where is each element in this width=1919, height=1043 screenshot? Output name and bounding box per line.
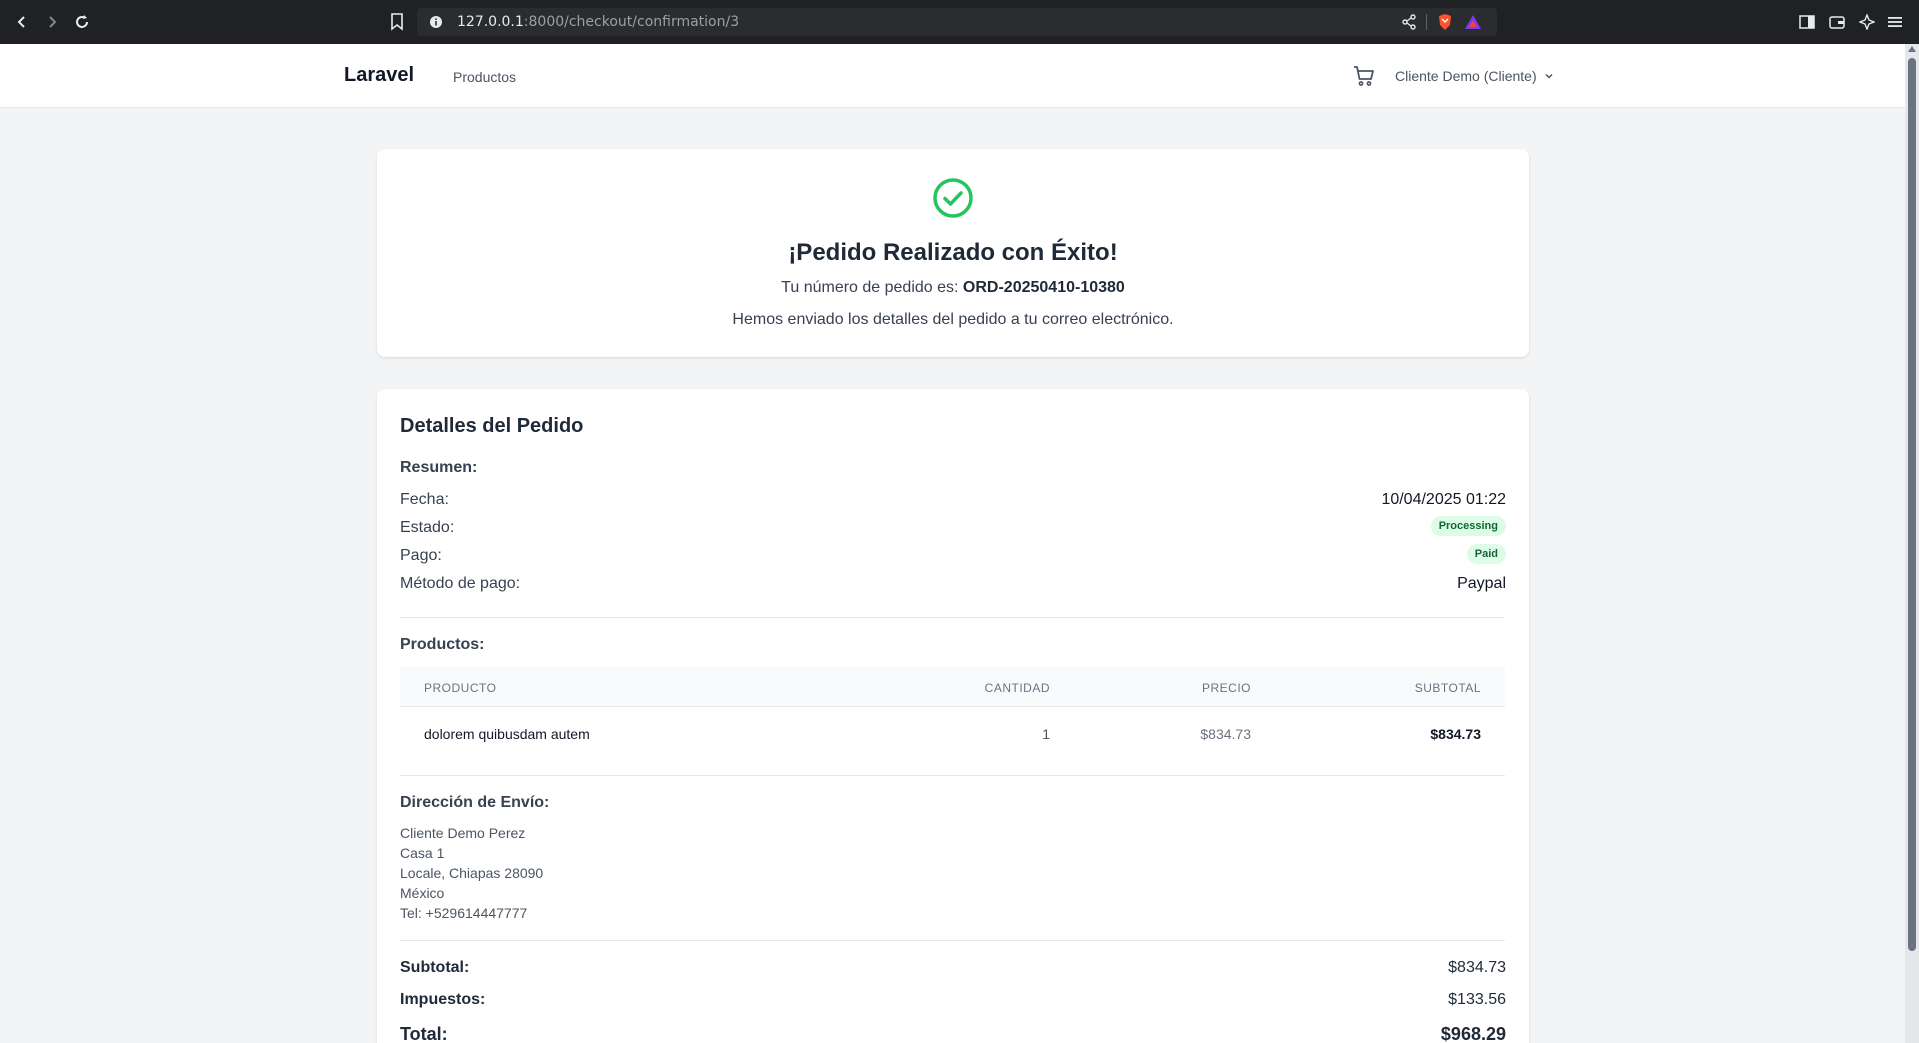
check-circle-icon [932,177,974,219]
th-subtotal: SUBTOTAL [1414,681,1481,695]
divider [400,940,1505,941]
products-table-header: PRODUCTO CANTIDAD PRECIO SUBTOTAL [400,667,1505,707]
divider [400,775,1505,776]
email-note: Hemos enviado los detalles del pedido a … [732,311,1174,328]
th-quantity: CANTIDAD [984,681,1050,695]
address-bar[interactable]: 127.0.0.1:8000/checkout/confirmation/3 [417,8,1497,36]
toolbar-divider [1426,14,1427,30]
divider [400,617,1505,618]
total-value: $968.29 [1440,1024,1506,1043]
browser-toolbar: 127.0.0.1:8000/checkout/confirmation/3 [0,0,1919,44]
tax-label: Impuestos: [400,991,486,1008]
order-number: ORD-20250410-10380 [962,279,1125,296]
payment-badge: Paid [1466,544,1506,564]
order-number-line: Tu número de pedido es: ORD-20250410-103… [377,279,1529,297]
shipping-label: Dirección de Envío: [400,794,550,811]
user-menu-label: Cliente Demo (Cliente) [1395,68,1537,84]
sidebar-icon[interactable] [1798,14,1816,30]
cart-icon[interactable] [1352,64,1376,88]
table-row: dolorem quibusdam autem 1 $834.73 $834.7… [400,707,1505,763]
scrollbar-thumb[interactable] [1908,58,1916,951]
menu-icon[interactable] [1886,14,1904,30]
row-quantity: 1 [1042,726,1050,742]
page-scrollbar[interactable] [1905,44,1919,1043]
url-host: 127.0.0.1 [457,14,524,30]
brand-logo[interactable]: Laravel [344,64,414,87]
row-product: dolorem quibusdam autem [424,726,590,742]
th-product: PRODUCTO [424,681,497,695]
address-line-city: Locale, Chiapas 28090 [400,865,544,881]
row-subtotal: $834.73 [1430,726,1481,742]
payment-method-label: Método de pago: [400,575,521,592]
back-icon[interactable] [10,10,34,34]
tax-value: $133.56 [1448,991,1506,1008]
order-number-prefix: Tu número de pedido es: [781,279,959,296]
subtotal-value: $834.73 [1448,959,1506,976]
brave-shield-icon[interactable] [1436,13,1454,31]
summary-label: Resumen: [400,459,478,476]
th-price: PRECIO [1201,681,1251,695]
payment-method-value: Paypal [1457,575,1506,592]
row-price: $834.73 [1200,726,1251,742]
success-card: ¡Pedido Realizado con Éxito! Tu número d… [377,149,1529,357]
forward-icon[interactable] [40,10,64,34]
info-icon[interactable] [429,15,443,29]
address-line-name: Cliente Demo Perez [400,825,526,841]
reload-icon[interactable] [70,10,94,34]
brave-rewards-icon[interactable] [1464,13,1482,31]
address-line-street: Casa 1 [400,845,445,861]
status-badge: Processing [1430,516,1506,536]
url-text: 127.0.0.1:8000/checkout/confirmation/3 [457,14,739,30]
payment-label: Pago: [400,547,442,564]
chevron-down-icon [1545,73,1553,79]
order-details-card: Detalles del Pedido Resumen: Fecha: 10/0… [377,389,1529,1043]
total-label: Total: [400,1024,448,1043]
subtotal-label: Subtotal: [400,959,470,976]
success-title: ¡Pedido Realizado con Éxito! [788,239,1118,266]
bookmark-icon[interactable] [388,12,406,32]
leo-ai-icon[interactable] [1858,13,1876,31]
products-label: Productos: [400,636,485,653]
url-path: :8000/checkout/confirmation/3 [523,14,740,30]
status-label: Estado: [400,519,455,536]
date-value: 10/04/2025 01:22 [1381,491,1506,508]
user-menu-dropdown[interactable]: Cliente Demo (Cliente) [1395,68,1555,84]
app-navbar: Laravel Productos Cliente Demo (Cliente) [0,44,1905,108]
scroll-up-arrow-icon[interactable] [1908,46,1916,52]
details-title: Detalles del Pedido [400,415,584,437]
date-label: Fecha: [400,491,449,508]
nav-link-productos[interactable]: Productos [453,69,516,85]
wallet-icon[interactable] [1828,14,1846,30]
address-line-country: México [400,885,445,901]
share-icon[interactable] [1401,14,1417,30]
address-line-phone: Tel: +529614447777 [400,905,528,921]
